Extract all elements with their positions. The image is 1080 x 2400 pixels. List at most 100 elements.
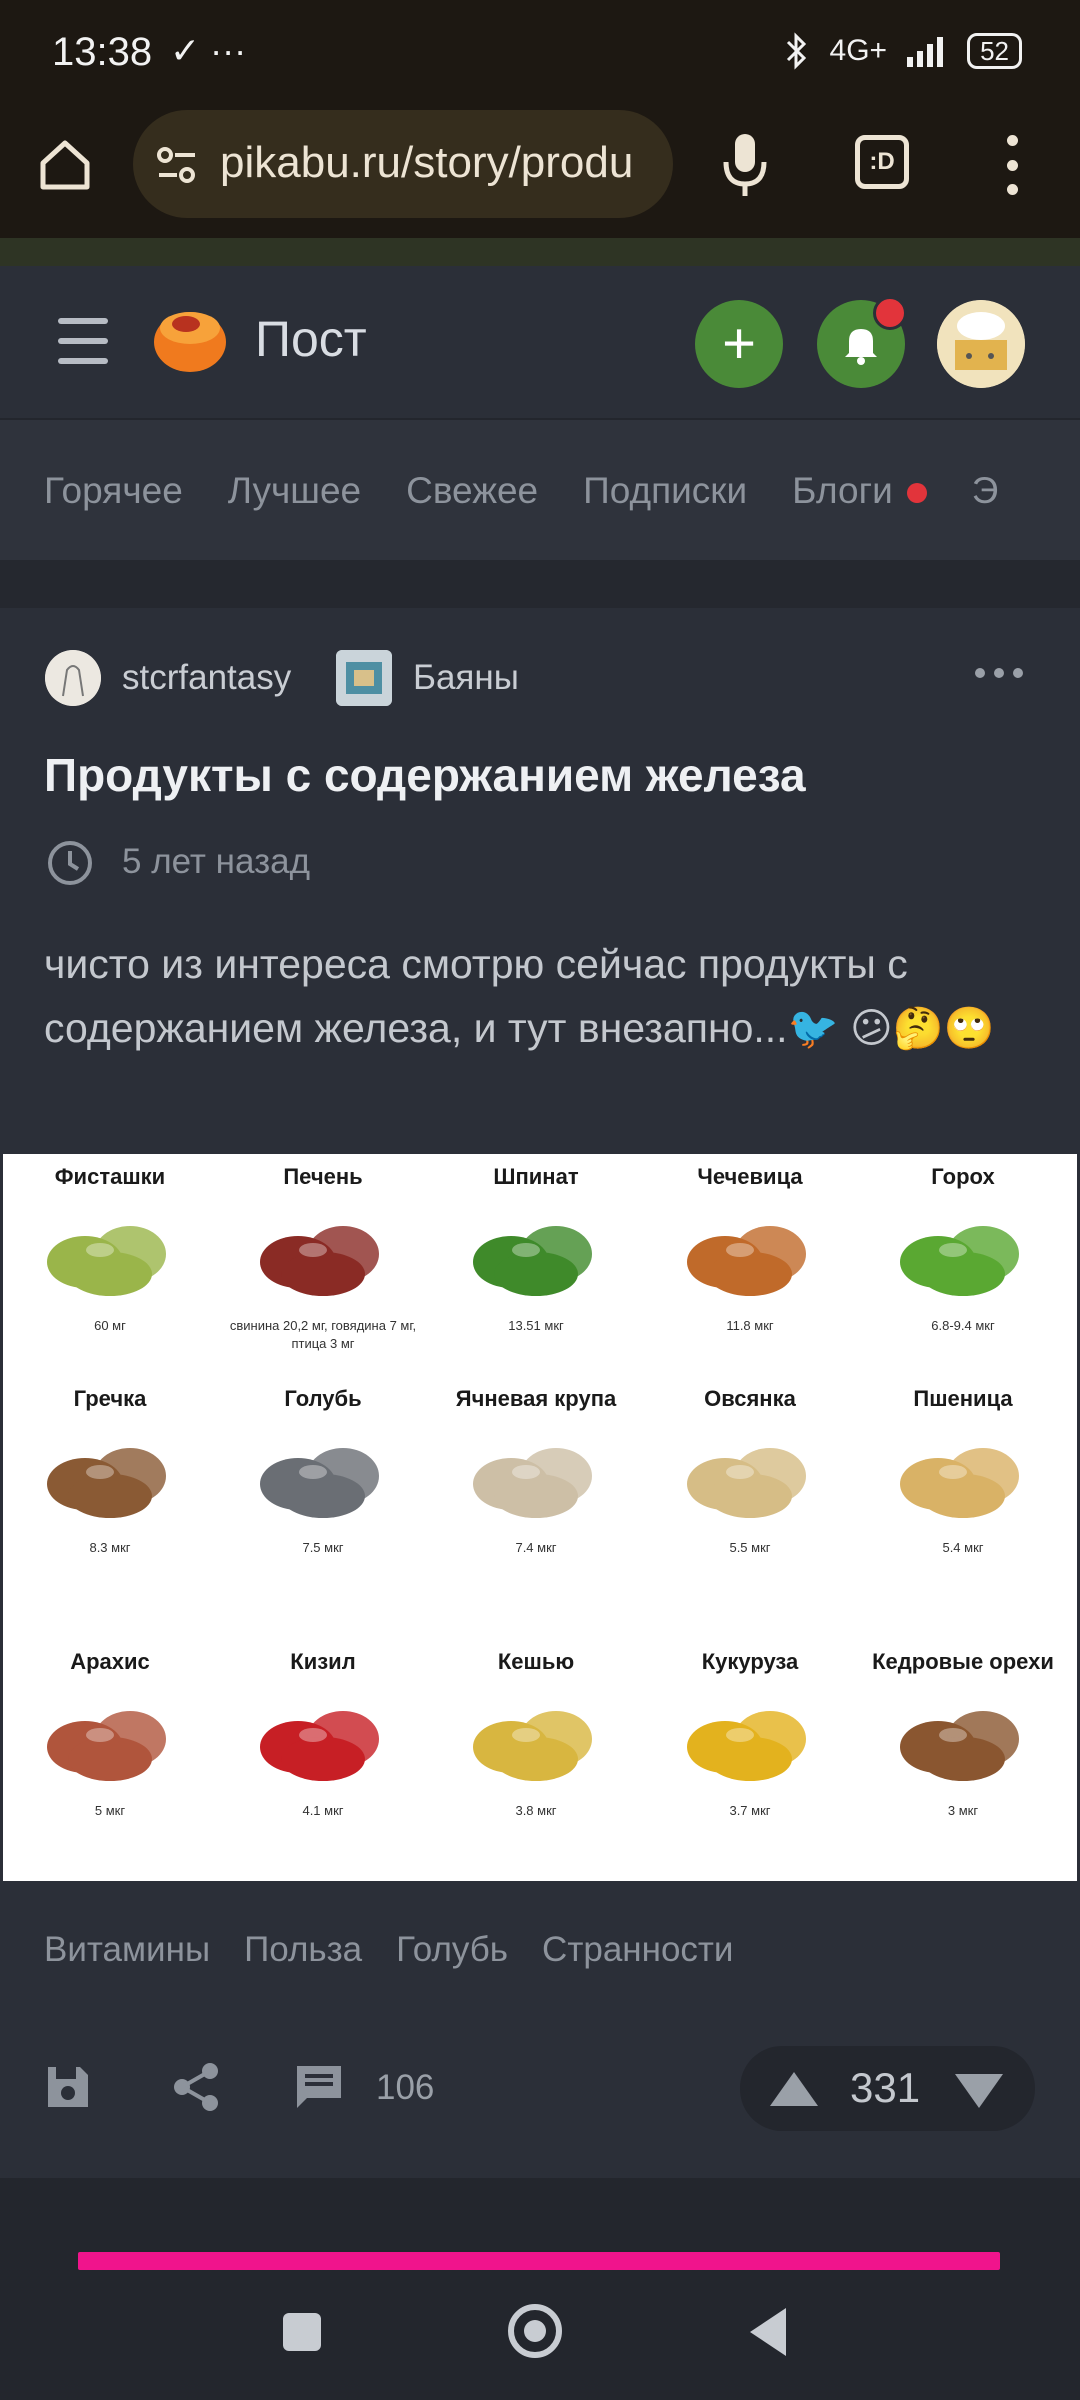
food-item: Кукуруза 3.7 мкг: [643, 1649, 857, 1869]
food-name: Голубь: [284, 1386, 362, 1411]
share-icon[interactable]: [170, 2061, 222, 2113]
food-item: Фисташки 60 мг: [3, 1164, 217, 1364]
tab-blogs-label: Блоги: [792, 470, 893, 511]
food-image: [675, 1424, 825, 1529]
iron-value: 3 мкг: [947, 1803, 979, 1818]
tab-best[interactable]: Лучшее: [228, 470, 361, 512]
post-title[interactable]: Продукты с содержанием железа: [44, 748, 806, 802]
iron-value: свинина 20,2 мг, говядина 7 мг, птица 3 …: [229, 1318, 417, 1351]
food-item: Шпинат 13.51 мкг: [429, 1164, 643, 1364]
author-avatar[interactable]: [45, 650, 101, 706]
bluetooth-icon: [786, 32, 806, 70]
back-button[interactable]: [750, 2308, 786, 2356]
save-icon[interactable]: [44, 2063, 92, 2111]
notification-badge: [873, 296, 907, 330]
iron-value: 3.7 мкг: [729, 1803, 771, 1818]
food-name: Шпинат: [493, 1164, 579, 1189]
rating-count: 331: [850, 2064, 921, 2111]
separator: [0, 560, 1080, 608]
iron-value: 6.8-9.4 мкг: [931, 1318, 995, 1333]
bell-icon: [845, 329, 877, 365]
microphone-icon[interactable]: [720, 130, 770, 200]
tag-benefit[interactable]: Польза: [244, 1930, 362, 1970]
browser-menu-icon[interactable]: [1000, 135, 1024, 195]
food-name: Горох: [931, 1164, 995, 1189]
iron-value: 8.3 мкг: [89, 1540, 131, 1555]
iron-value: 3.8 мкг: [515, 1803, 557, 1818]
food-image: [461, 1687, 611, 1792]
food-image: [248, 1687, 398, 1792]
iron-value: 5.4 мкг: [942, 1540, 984, 1555]
food-image: [461, 1424, 611, 1529]
avatar-image: [937, 300, 1025, 388]
comment-count[interactable]: 106: [376, 2068, 434, 2108]
hamburger-menu-icon[interactable]: [58, 318, 108, 364]
downvote-icon[interactable]: [955, 2074, 1003, 2108]
food-name: Ячневая крупа: [455, 1386, 617, 1411]
iron-value: 13.51 мкг: [508, 1318, 564, 1333]
food-item: Печень свинина 20,2 мг, говядина 7 мг, пт…: [216, 1164, 430, 1364]
iron-value: 4.1 мкг: [302, 1803, 344, 1818]
comment-icon[interactable]: [293, 2062, 345, 2112]
tab-more[interactable]: Э: [972, 470, 999, 512]
tab-fresh[interactable]: Свежее: [406, 470, 538, 512]
status-notifications: ✓ ···: [170, 30, 247, 71]
ad-banner[interactable]: [78, 2252, 1000, 2270]
create-post-button[interactable]: +: [695, 300, 783, 388]
community-icon[interactable]: [336, 650, 392, 706]
tab-hot[interactable]: Горячее: [44, 470, 183, 512]
food-image: [461, 1202, 611, 1307]
food-name: Чечевица: [697, 1164, 803, 1189]
food-item: Пшеница 5.4 мкг: [856, 1386, 1070, 1626]
status-time: 13:38: [52, 30, 153, 74]
post-image[interactable]: Фисташки 60 мг Печень свинина 20,2 мг, говя…: [3, 1154, 1077, 1881]
tag-pigeon[interactable]: Голубь: [396, 1930, 508, 1970]
site-settings-icon[interactable]: [155, 143, 199, 187]
blogs-badge: [906, 483, 927, 504]
food-item: Ячневая крупа 7.4 мкг: [429, 1386, 643, 1626]
food-item: Кедровые орехи 3 мкг: [856, 1649, 1070, 1869]
home-button[interactable]: [35, 125, 95, 205]
tab-blogs[interactable]: Блоги: [792, 470, 927, 512]
tab-subscriptions[interactable]: Подписки: [583, 470, 747, 512]
post-time: 5 лет назад: [122, 842, 311, 881]
food-image: [35, 1202, 185, 1307]
iron-value: 11.8 мкг: [726, 1318, 774, 1333]
upvote-icon[interactable]: [770, 2072, 818, 2106]
food-item: Арахис 5 мкг: [3, 1649, 217, 1869]
food-item: Гречка 8.3 мкг: [3, 1386, 217, 1626]
food-image: [888, 1424, 1038, 1529]
food-image: [888, 1202, 1038, 1307]
food-item: Чечевица 11.8 мкг: [643, 1164, 857, 1364]
post-tags: Витамины Польза Голубь Странности: [44, 1930, 768, 1970]
food-image: [248, 1202, 398, 1307]
author-name[interactable]: stcrfantasy: [122, 658, 291, 698]
post-more-icon[interactable]: [975, 668, 1023, 678]
feed-tabs-clip: Горячее Лучшее Свежее Подписки Блоги Э: [0, 420, 1040, 560]
tab-switcher-icon[interactable]: :D: [855, 135, 909, 189]
iron-value: 7.4 мкг: [515, 1540, 557, 1555]
home-nav-button[interactable]: [508, 2304, 562, 2358]
post-text: чисто из интереса смотрю сейчас продукты…: [44, 941, 995, 1051]
food-name: Гречка: [73, 1386, 147, 1411]
signal-icon: [907, 37, 944, 67]
recents-button[interactable]: [283, 2313, 321, 2351]
food-image: [888, 1687, 1038, 1792]
url-text[interactable]: pikabu.ru/story/produ: [220, 138, 655, 188]
food-name: Арахис: [70, 1649, 150, 1674]
clock-icon: [48, 841, 92, 885]
food-name: Пшеница: [913, 1386, 1013, 1411]
food-name: Овсянка: [704, 1386, 796, 1411]
iron-value: 60 мг: [94, 1318, 126, 1333]
user-avatar[interactable]: [937, 300, 1025, 388]
browser-strip: [0, 238, 1080, 266]
home-icon: [40, 140, 90, 190]
pikabu-logo[interactable]: [150, 300, 230, 378]
network-type: 4G+: [829, 34, 888, 67]
community-name[interactable]: Баяны: [413, 658, 519, 698]
tag-oddities[interactable]: Странности: [542, 1930, 733, 1970]
food-name: Фисташки: [54, 1164, 166, 1189]
food-name: Кедровые орехи: [872, 1649, 1054, 1674]
tag-vitamins[interactable]: Витамины: [44, 1930, 210, 1970]
page-title: Пост: [255, 311, 367, 367]
